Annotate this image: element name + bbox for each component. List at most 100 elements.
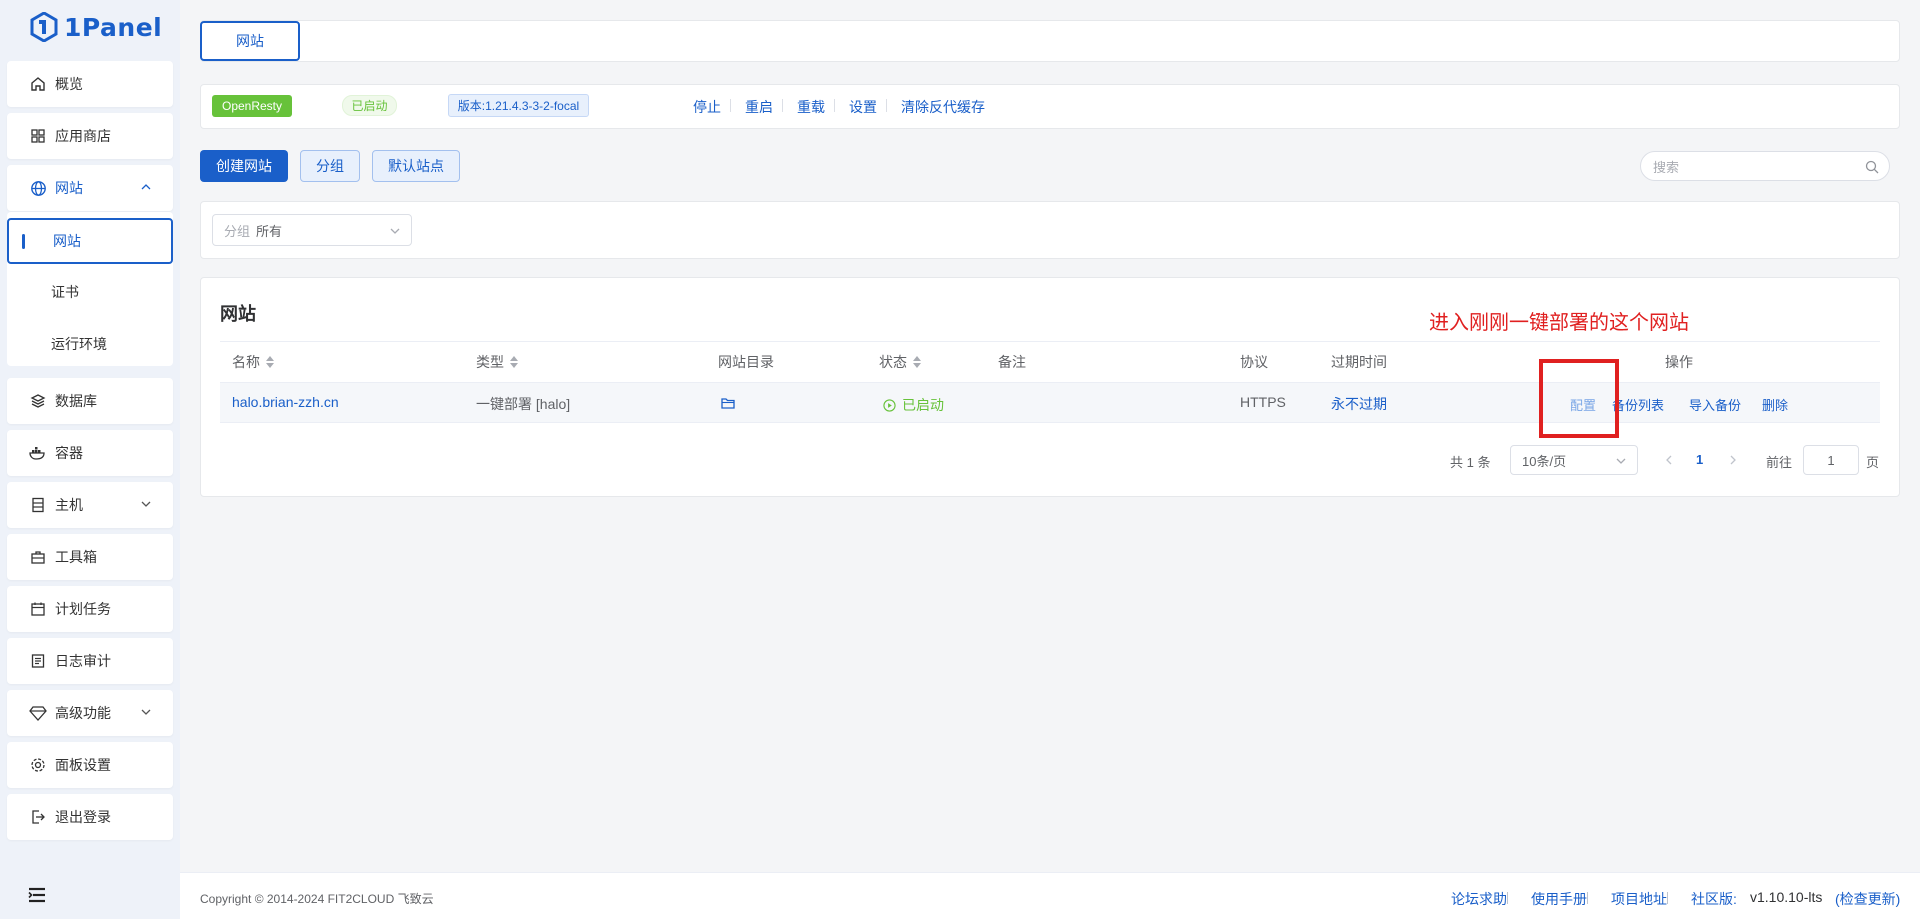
reload-link[interactable]: 重载 bbox=[797, 97, 825, 117]
sort-icon[interactable] bbox=[913, 356, 921, 368]
status-toggle[interactable]: 已启动 bbox=[883, 395, 944, 415]
clear-proxy-cache-link[interactable]: 清除反代缓存 bbox=[901, 97, 985, 117]
globe-icon bbox=[29, 179, 47, 197]
page-size-select[interactable]: 10条/页 bbox=[1510, 445, 1638, 475]
chevron-down-icon bbox=[141, 501, 151, 507]
server-icon bbox=[29, 496, 47, 514]
sidebar-item-label: 数据库 bbox=[55, 393, 97, 409]
annotation-text: 进入刚刚一键部署的这个网站 bbox=[1429, 312, 1689, 334]
logo[interactable]: 1Panel bbox=[30, 10, 162, 44]
main-content: 网站 OpenResty 已启动 版本:1.21.4.3-3-2-focal 停… bbox=[180, 0, 1920, 919]
divider bbox=[1507, 892, 1508, 904]
sidebar-item-container[interactable]: 容器 bbox=[7, 430, 173, 476]
version-text: v1.10.10-lts bbox=[1750, 889, 1823, 905]
group-button[interactable]: 分组 bbox=[300, 150, 360, 182]
sidebar-item-toolbox[interactable]: 工具箱 bbox=[7, 534, 173, 580]
check-update-link[interactable]: (检查更新) bbox=[1835, 889, 1900, 909]
sidebar-item-log-audit[interactable]: 日志审计 bbox=[7, 638, 173, 684]
project-link[interactable]: 项目地址 bbox=[1611, 889, 1667, 909]
column-header-label: 操作 bbox=[1665, 354, 1693, 370]
filter-label: 分组 bbox=[224, 223, 251, 239]
column-header-expire: 过期时间 bbox=[1331, 352, 1387, 372]
chevron-down-icon bbox=[390, 228, 400, 234]
copyright-text: Copyright © 2014-2024 FIT2CLOUD 飞致云 bbox=[200, 892, 434, 906]
sidebar-item-host[interactable]: 主机 bbox=[7, 482, 173, 528]
folder-icon[interactable] bbox=[721, 397, 735, 409]
play-circle-icon bbox=[883, 398, 896, 412]
sidebar-subitem-runtime[interactable]: 运行环境 bbox=[7, 321, 173, 367]
sidebar-item-label: 容器 bbox=[55, 445, 83, 461]
sort-icon[interactable] bbox=[510, 356, 518, 368]
create-website-button[interactable]: 创建网站 bbox=[200, 150, 288, 182]
restart-link[interactable]: 重启 bbox=[745, 97, 773, 117]
search-icon bbox=[1865, 160, 1879, 174]
sort-icon[interactable] bbox=[266, 356, 274, 368]
sidebar-subitem-website[interactable]: 网站 bbox=[7, 218, 173, 264]
column-header-type[interactable]: 类型 bbox=[476, 352, 518, 372]
status-badge: 已启动 bbox=[342, 95, 397, 116]
backup-list-link[interactable]: 备份列表 bbox=[1612, 395, 1664, 414]
chevron-up-icon bbox=[141, 184, 151, 190]
column-header-label: 过期时间 bbox=[1331, 354, 1387, 370]
delete-link[interactable]: 删除 bbox=[1762, 395, 1788, 414]
divider bbox=[782, 99, 783, 112]
edition-label: 社区版: bbox=[1691, 891, 1737, 907]
tab-website[interactable]: 网站 bbox=[200, 21, 300, 61]
logout-icon bbox=[29, 808, 47, 826]
sidebar-item-advanced[interactable]: 高级功能 bbox=[7, 690, 173, 736]
gear-icon bbox=[29, 756, 47, 774]
sidebar-item-overview[interactable]: 概览 bbox=[7, 61, 173, 107]
filter-card bbox=[200, 201, 1900, 259]
sidebar-subitem-label: 网站 bbox=[53, 233, 81, 249]
goto-page-input[interactable]: 1 bbox=[1803, 445, 1859, 475]
sidebar-item-label: 日志审计 bbox=[55, 653, 111, 669]
sidebar-subitem-certificate[interactable]: 证书 bbox=[7, 269, 173, 315]
column-header-status[interactable]: 状态 bbox=[879, 352, 921, 372]
sidebar-subitem-label: 运行环境 bbox=[51, 336, 107, 352]
group-filter-select[interactable]: 分组 所有 bbox=[212, 214, 412, 246]
column-header-label: 备注 bbox=[998, 354, 1026, 370]
sidebar-item-label: 概览 bbox=[55, 76, 83, 92]
column-header-label: 网站目录 bbox=[718, 354, 774, 370]
pagination-total: 共 1 条 bbox=[1450, 455, 1491, 470]
active-indicator bbox=[22, 234, 25, 249]
sidebar-item-app-store[interactable]: 应用商店 bbox=[7, 113, 173, 159]
calendar-icon bbox=[29, 600, 47, 618]
menu-collapse-icon[interactable] bbox=[27, 886, 47, 904]
sidebar-item-panel-settings[interactable]: 面板设置 bbox=[7, 742, 173, 788]
import-backup-link[interactable]: 导入备份 bbox=[1689, 395, 1741, 414]
search-input[interactable]: 搜索 bbox=[1640, 151, 1890, 181]
table-title: 网站 bbox=[220, 304, 256, 324]
divider bbox=[220, 341, 1880, 342]
sidebar-item-cron[interactable]: 计划任务 bbox=[7, 586, 173, 632]
sidebar-subitem-label: 证书 bbox=[51, 284, 79, 300]
sidebar-item-database[interactable]: 数据库 bbox=[7, 378, 173, 424]
toolbox-icon bbox=[29, 548, 47, 566]
next-page-icon[interactable] bbox=[1728, 454, 1738, 466]
sidebar-item-website[interactable]: 网站 bbox=[7, 165, 173, 211]
column-header-remark: 备注 bbox=[998, 352, 1026, 372]
logo-text: 1Panel bbox=[64, 12, 163, 42]
filter-value: 所有 bbox=[256, 223, 283, 239]
log-icon bbox=[29, 652, 47, 670]
divider bbox=[1667, 892, 1668, 904]
default-site-button[interactable]: 默认站点 bbox=[372, 150, 460, 182]
app-name-tag: OpenResty bbox=[212, 95, 292, 117]
divider bbox=[834, 99, 835, 112]
website-name-link[interactable]: halo.brian-zzh.cn bbox=[232, 394, 339, 410]
divider bbox=[730, 99, 731, 112]
sidebar-item-logout[interactable]: 退出登录 bbox=[7, 794, 173, 840]
column-header-label: 名称 bbox=[232, 354, 260, 370]
manual-link[interactable]: 使用手册 bbox=[1531, 889, 1587, 909]
stop-link[interactable]: 停止 bbox=[693, 97, 721, 117]
divider bbox=[1587, 892, 1588, 904]
website-type: 一键部署 [halo] bbox=[476, 396, 571, 412]
prev-page-icon[interactable] bbox=[1664, 454, 1674, 466]
expire-link[interactable]: 永不过期 bbox=[1331, 394, 1387, 414]
settings-link[interactable]: 设置 bbox=[849, 97, 877, 117]
layers-icon bbox=[29, 392, 47, 410]
current-page[interactable]: 1 bbox=[1696, 452, 1703, 467]
sidebar-item-label: 主机 bbox=[55, 497, 83, 513]
column-header-name[interactable]: 名称 bbox=[232, 352, 274, 372]
forum-link[interactable]: 论坛求助 bbox=[1451, 889, 1507, 909]
